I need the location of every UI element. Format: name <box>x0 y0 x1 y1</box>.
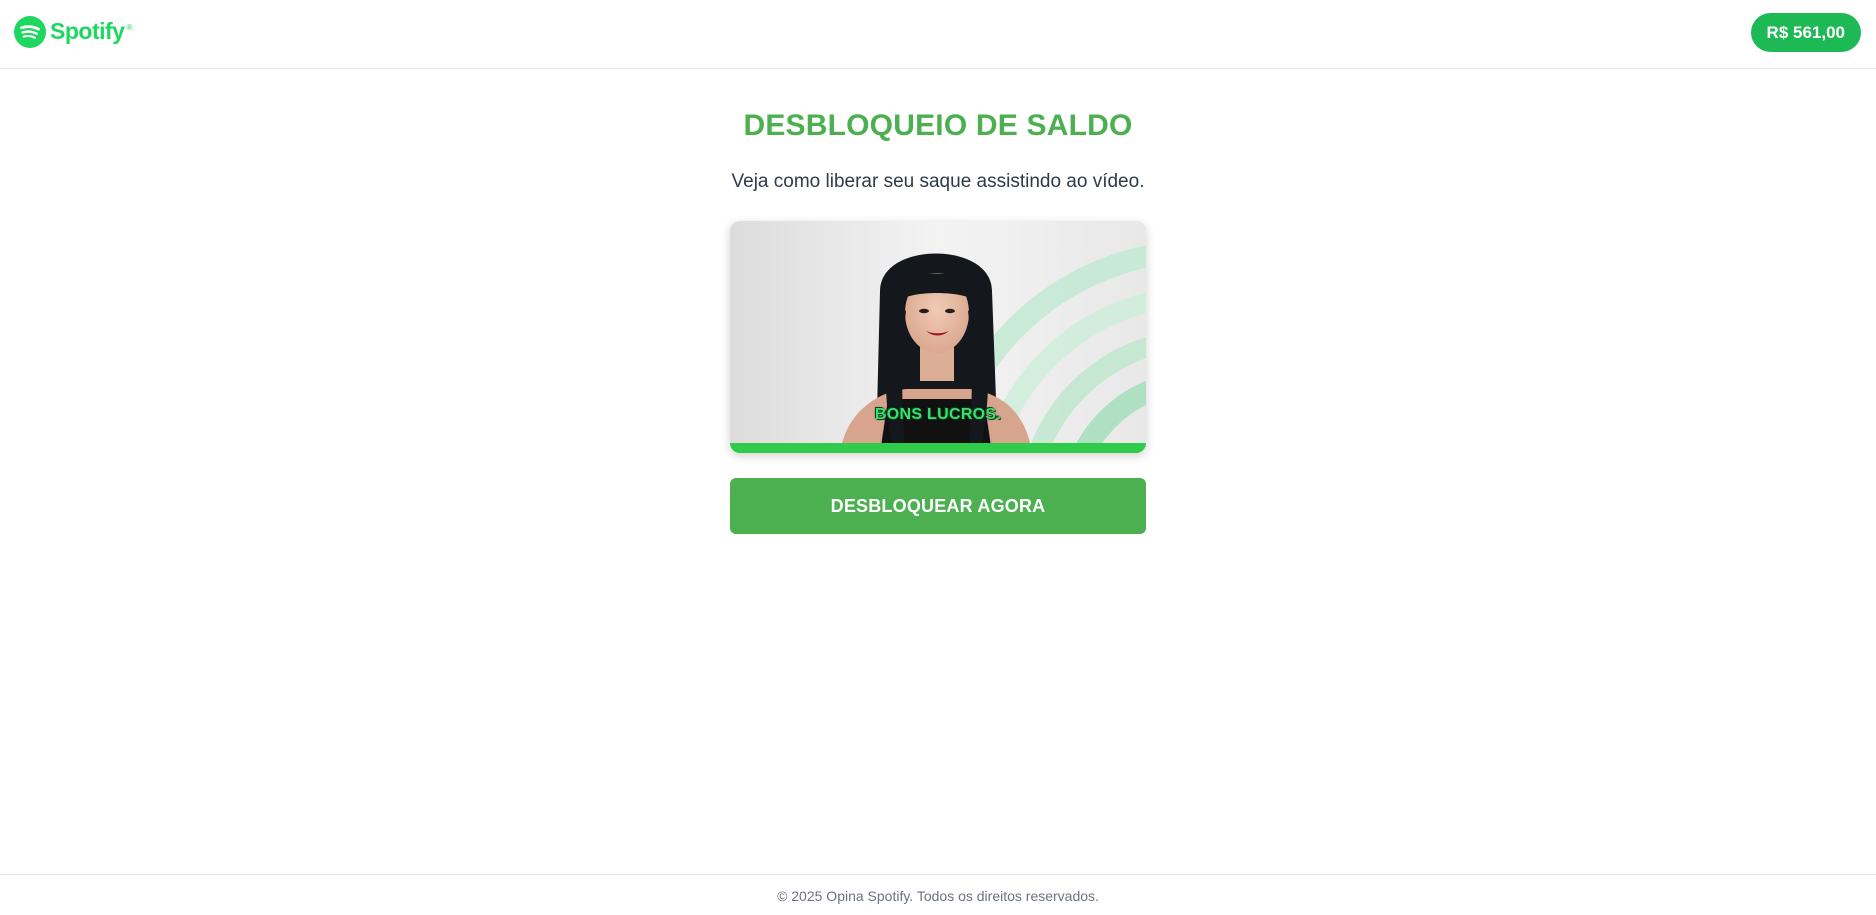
video-player[interactable]: BONS LUCROS. <box>730 221 1146 453</box>
page-footer: © 2025 Opina Spotify. Todos os direitos … <box>0 874 1876 915</box>
spotify-logo[interactable]: Spotify ® <box>14 15 132 48</box>
page-subtitle: Veja como liberar seu saque assistindo a… <box>731 171 1145 192</box>
page-title: DESBLOQUEIO DE SALDO <box>743 109 1133 142</box>
logo-text: Spotify <box>50 18 125 44</box>
main-content: DESBLOQUEIO DE SALDO Veja como liberar s… <box>0 69 1876 874</box>
unlock-now-button[interactable]: DESBLOQUEAR AGORA <box>730 478 1146 534</box>
trademark-mark: ® <box>126 23 133 32</box>
top-header: Spotify ® R$ 561,00 <box>0 0 1876 69</box>
video-progress-bar[interactable] <box>730 443 1146 453</box>
spotify-logo-icon <box>14 15 46 48</box>
video-caption: BONS LUCROS. <box>874 406 1002 423</box>
page: Spotify ® R$ 561,00 DESBLOQUEIO DE SALDO… <box>0 0 1876 915</box>
balance-badge[interactable]: R$ 561,00 <box>1750 13 1861 52</box>
copyright-text: © 2025 Opina Spotify. Todos os direitos … <box>777 888 1099 904</box>
